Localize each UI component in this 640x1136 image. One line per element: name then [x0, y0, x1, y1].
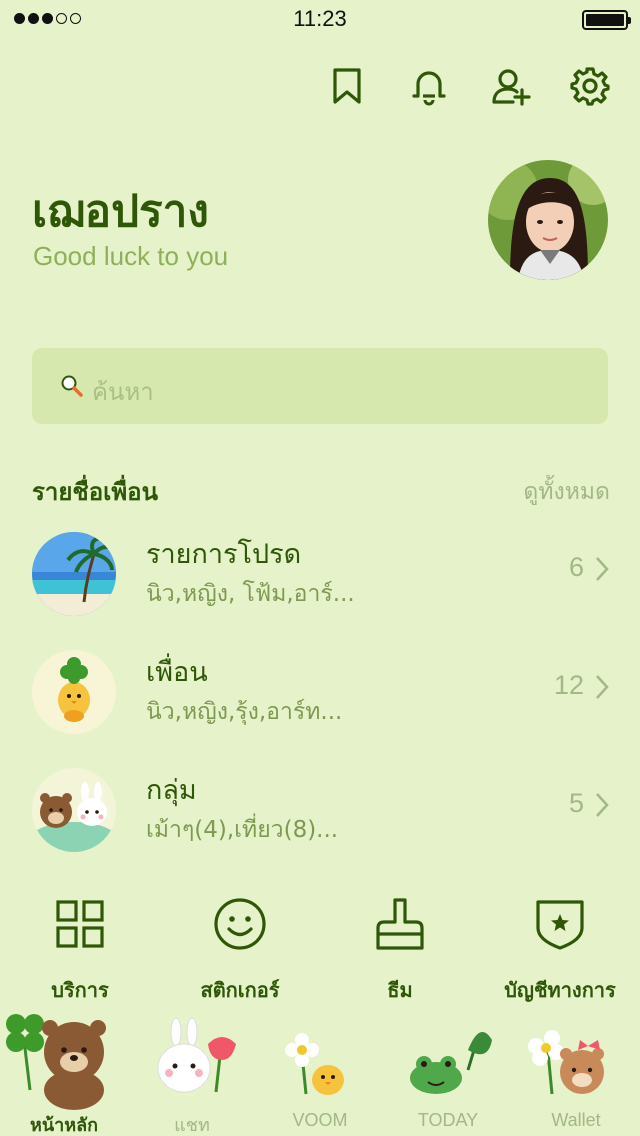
profile-name[interactable]: เฌอปราง — [32, 176, 209, 246]
status-time: 11:23 — [293, 6, 347, 31]
favorites-subtitle: นิว,หญิง, โฟ้ม,อาร์... — [146, 581, 355, 607]
friends-title: เพื่อน — [146, 657, 208, 688]
tab-chats-label: แชท — [174, 1115, 210, 1135]
voom-chick-icon — [285, 1033, 344, 1095]
themes-label: ธีม — [387, 978, 413, 1002]
stickers-button[interactable]: สติกเกอร์ — [160, 896, 320, 1006]
bottom-tab-bar: หน้าหลัก แชท VOOM TODAY Wallet — [0, 1010, 640, 1136]
tab-today[interactable]: TODAY — [384, 1010, 512, 1136]
services-label: บริการ — [51, 978, 109, 1002]
brush-icon — [376, 898, 424, 950]
chat-rabbit-icon — [157, 1017, 236, 1093]
friends-subtitle: นิว,หญิง,รุ้ง,อาร์ท... — [146, 699, 343, 725]
friends-row-friends[interactable]: เพื่อน นิว,หญิง,รุ้ง,อาร์ท... 12 — [0, 642, 640, 742]
tab-today-label: TODAY — [417, 1110, 479, 1130]
chevron-right-icon — [596, 793, 609, 817]
search-field[interactable]: ค้นหา — [32, 348, 608, 424]
smiley-icon — [214, 898, 266, 950]
tab-voom-label: VOOM — [292, 1110, 348, 1130]
services-button[interactable]: บริการ — [0, 896, 160, 1006]
tab-home-label: หน้าหลัก — [29, 1115, 99, 1135]
wallet-bear-icon — [528, 1030, 604, 1095]
grid-icon — [56, 900, 104, 948]
add-friend-icon[interactable] — [491, 66, 531, 106]
groups-subtitle: เม้าๆ(4),เที่ยว(8)... — [146, 817, 339, 843]
official-accounts-label: บัญชีทางการ — [504, 978, 616, 1002]
favorites-title: รายการโปรด — [146, 539, 302, 570]
groups-title: กลุ่ม — [146, 775, 197, 806]
friends-thumbnail — [32, 650, 116, 734]
tab-chats[interactable]: แชท — [128, 1010, 256, 1136]
bookmark-icon[interactable] — [327, 66, 367, 106]
friends-section-title: รายชื่อเพื่อน — [32, 478, 158, 506]
tab-home[interactable]: หน้าหลัก — [0, 1010, 128, 1136]
bell-icon[interactable] — [409, 66, 449, 106]
groups-thumbnail — [32, 768, 116, 852]
friends-row-favorites[interactable]: รายการโปรด นิว,หญิง, โฟ้ม,อาร์... 6 — [0, 524, 640, 624]
status-bar: 11:23 — [0, 0, 640, 40]
chevron-right-icon — [596, 675, 609, 699]
favorites-thumbnail — [32, 532, 116, 616]
official-accounts-button[interactable]: บัญชีทางการ — [480, 896, 640, 1006]
stickers-label: สติกเกอร์ — [200, 978, 280, 1002]
tab-wallet[interactable]: Wallet — [512, 1010, 640, 1136]
battery-icon — [582, 10, 631, 30]
gear-icon[interactable] — [570, 66, 610, 106]
profile-status-message[interactable]: Good luck to you — [33, 241, 228, 272]
friends-row-groups[interactable]: กลุ่ม เม้าๆ(4),เที่ยว(8)... 5 — [0, 760, 640, 860]
profile-avatar[interactable] — [488, 160, 608, 280]
themes-button[interactable]: ธีม — [320, 896, 480, 1006]
home-brown-bear-icon — [6, 1014, 106, 1110]
shield-star-icon — [536, 900, 584, 950]
today-frog-icon — [410, 1032, 492, 1094]
chevron-right-icon — [596, 557, 609, 581]
see-all-link[interactable]: ดูทั้งหมด — [523, 474, 610, 510]
tab-wallet-label: Wallet — [551, 1110, 601, 1130]
groups-count: 5 — [568, 788, 584, 818]
favorites-count: 6 — [568, 552, 584, 582]
search-icon — [61, 375, 83, 397]
tab-voom[interactable]: VOOM — [256, 1010, 384, 1136]
search-placeholder: ค้นหา — [92, 378, 154, 406]
friends-count: 12 — [553, 670, 584, 700]
